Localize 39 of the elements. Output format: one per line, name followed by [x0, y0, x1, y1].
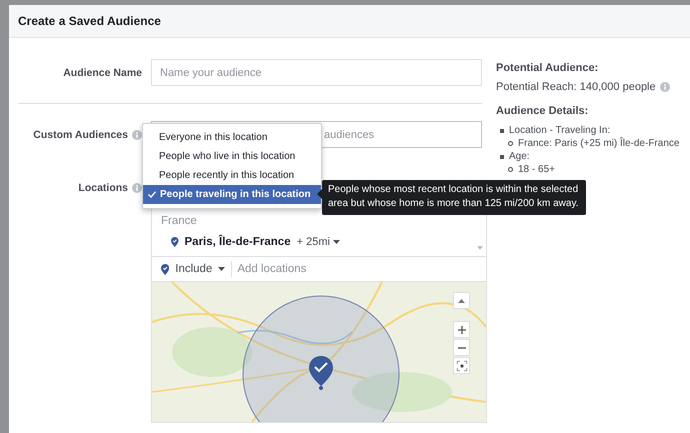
map-pin-icon: [171, 237, 178, 247]
field-label: Custom Audiences: [33, 128, 128, 140]
recenter-icon: [456, 360, 466, 370]
location-name: Paris, Île-de-France: [184, 236, 291, 248]
audience-details-title: Audience Details:: [496, 105, 590, 117]
tooltip-arrow-icon: [317, 189, 322, 199]
radius-dropdown[interactable]: + 25mi: [296, 236, 340, 248]
audience-detail: France: Paris (+25 mi) Île-de-France: [518, 137, 680, 150]
caret-up-icon: [458, 298, 465, 302]
recenter-button[interactable]: [453, 357, 470, 374]
audience-detail: Location - Traveling In:: [509, 124, 610, 137]
include-dropdown[interactable]: Include: [161, 261, 232, 277]
dialog-title: Create a Saved Audience: [18, 14, 161, 28]
bullet-icon: [508, 167, 513, 172]
caret-down-icon: [218, 267, 226, 271]
menu-item[interactable]: People who live in this location: [143, 147, 321, 166]
bullet-icon: [508, 141, 513, 146]
potential-audience-title: Potential Audience:: [496, 62, 600, 74]
minus-icon: [458, 346, 466, 348]
location-group: France: [161, 215, 486, 227]
field-label: Locations: [78, 182, 128, 194]
zoom-out-button[interactable]: [453, 339, 470, 356]
caret-down-icon: [332, 240, 340, 244]
menu-item[interactable]: People recently in this location: [143, 166, 321, 185]
menu-item[interactable]: People traveling in this location: [143, 185, 321, 204]
plus-icon: [458, 326, 466, 334]
audience-name-field[interactable]: Name your audience: [151, 59, 482, 86]
field-label: Audience Name: [63, 66, 142, 78]
audience-detail: 18 - 65+: [518, 163, 555, 176]
bullet-icon: [500, 128, 504, 132]
potential-reach: Potential Reach: 140,000 people: [496, 81, 656, 93]
bullet-icon: [500, 154, 504, 158]
audience-detail: Age:: [509, 150, 530, 163]
custom-audiences-field[interactable]: audiences: [324, 128, 464, 140]
map-collapse-button[interactable]: [453, 292, 470, 309]
menu-item[interactable]: Everyone in this location: [143, 128, 321, 147]
zoom-in-button[interactable]: [453, 321, 470, 338]
map-pin-icon: [161, 264, 170, 274]
checkmark-icon: [148, 191, 156, 198]
